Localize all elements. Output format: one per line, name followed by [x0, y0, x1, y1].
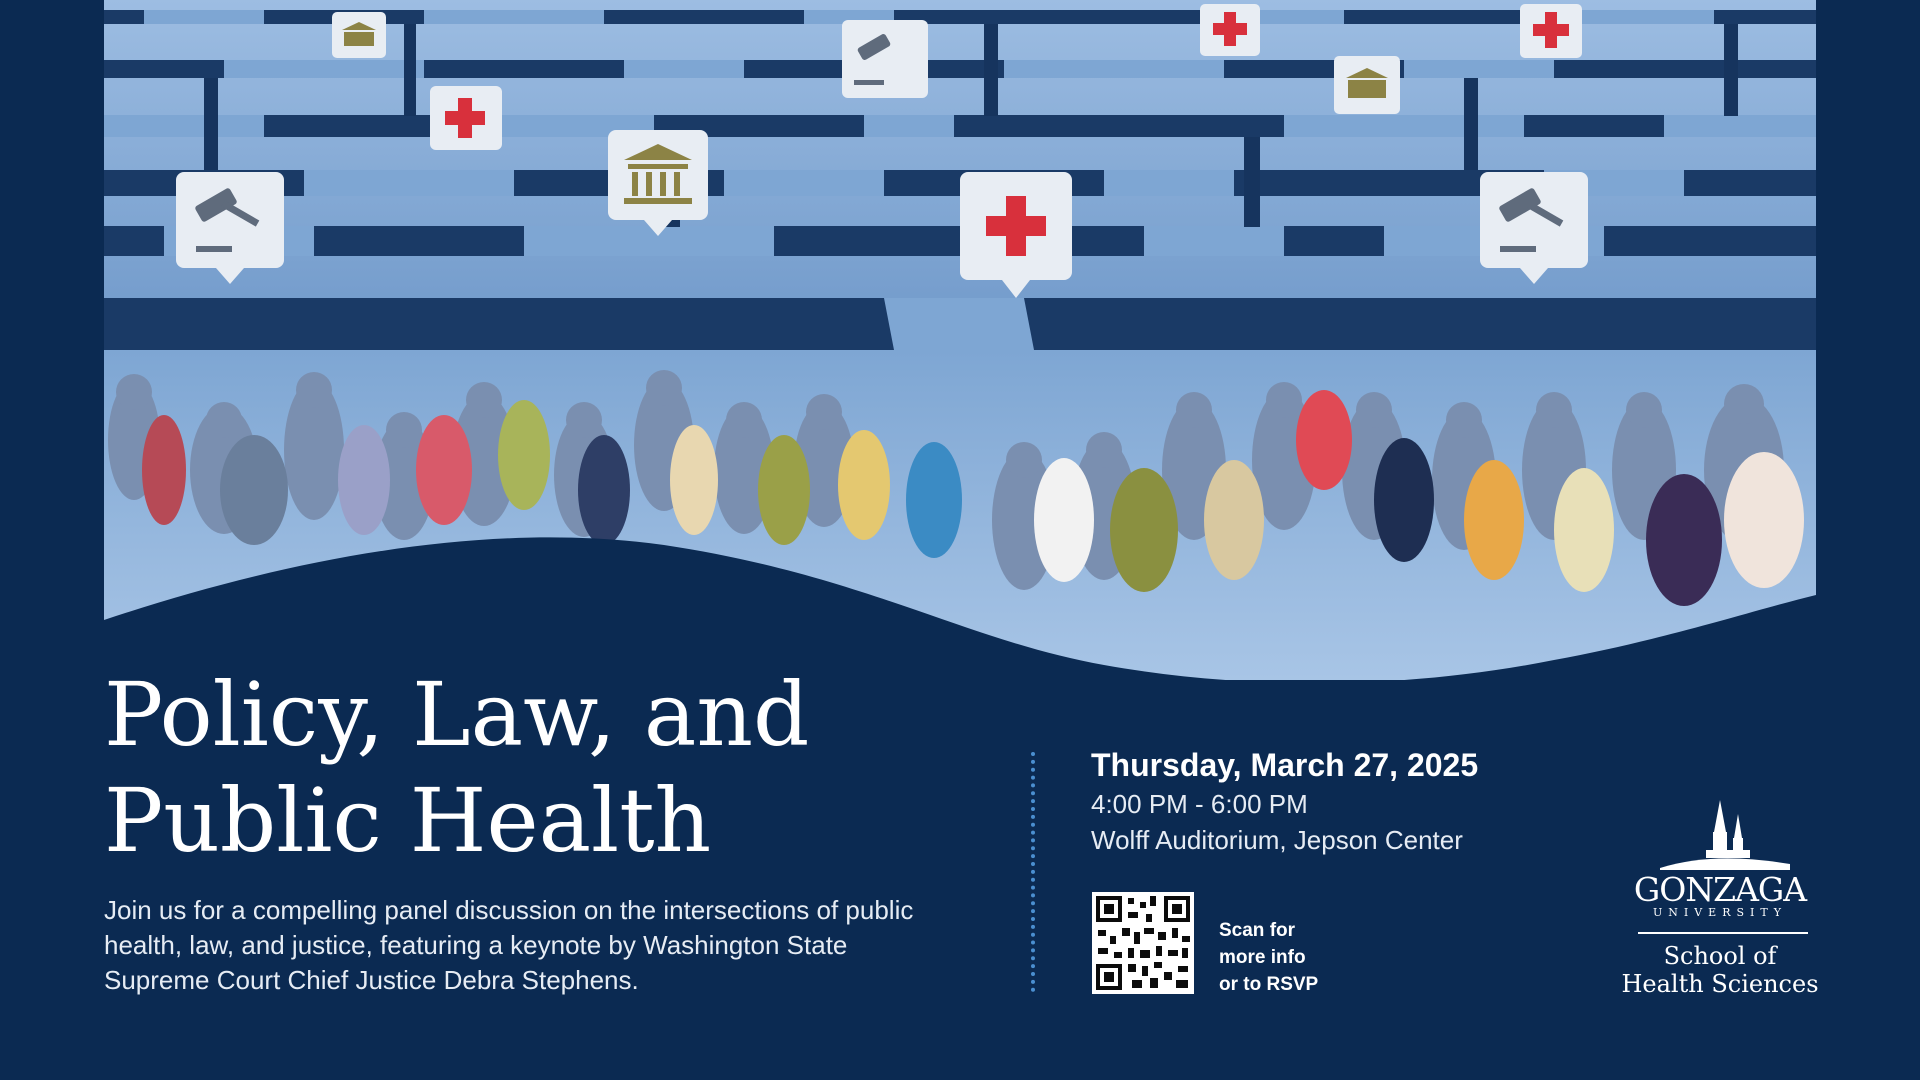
gavel-icon [842, 20, 928, 98]
logo-school: School of Health Sciences [1620, 942, 1820, 998]
bank-icon [1334, 56, 1400, 114]
hero-illustration [104, 0, 1816, 680]
gonzaga-logo: GONZAGA UNIVERSITY School of Health Scie… [1620, 798, 1820, 998]
event-time: 4:00 PM - 6:00 PM [1091, 789, 1308, 819]
bank-icon [332, 12, 386, 58]
rsvp-line-1: Scan for [1219, 920, 1296, 941]
event-description: Join us for a compelling panel discussio… [104, 895, 914, 995]
logo-name: GONZAGA [1633, 870, 1807, 909]
event-title: Policy, Law, and Public Health [104, 662, 984, 874]
event-title-line-1: Policy, Law, and [104, 663, 810, 766]
rsvp-line-2: more info [1219, 947, 1306, 968]
gavel-icon [176, 172, 284, 284]
event-details: Thursday, March 27, 2025 4:00 PM - 6:00 … [1091, 744, 1591, 858]
logo-subname: UNIVERSITY [1653, 906, 1787, 919]
medical-cross-icon [960, 172, 1072, 298]
event-title-line-2: Public Health [104, 769, 712, 872]
medical-cross-icon [1520, 4, 1582, 58]
event-date: Thursday, March 27, 2025 [1091, 747, 1479, 783]
logo-school-line-2: Health Sciences [1621, 970, 1819, 998]
dotted-divider [1031, 752, 1035, 992]
logo-school-line-1: School of [1663, 942, 1777, 970]
qr-code-icon[interactable] [1092, 892, 1194, 994]
rsvp-instructions: Scan for more info or to RSVP [1219, 917, 1379, 998]
rsvp-line-3: or to RSVP [1219, 974, 1319, 995]
gavel-icon [1480, 172, 1588, 284]
maze-illustration [104, 0, 1816, 680]
event-location: Wolff Auditorium, Jepson Center [1091, 825, 1463, 855]
logo-rule [1638, 932, 1808, 934]
qr-code-graphic [1092, 892, 1194, 994]
medical-cross-icon [1200, 4, 1260, 56]
chapel-spires-icon [1660, 800, 1790, 870]
medical-cross-icon [430, 86, 502, 150]
